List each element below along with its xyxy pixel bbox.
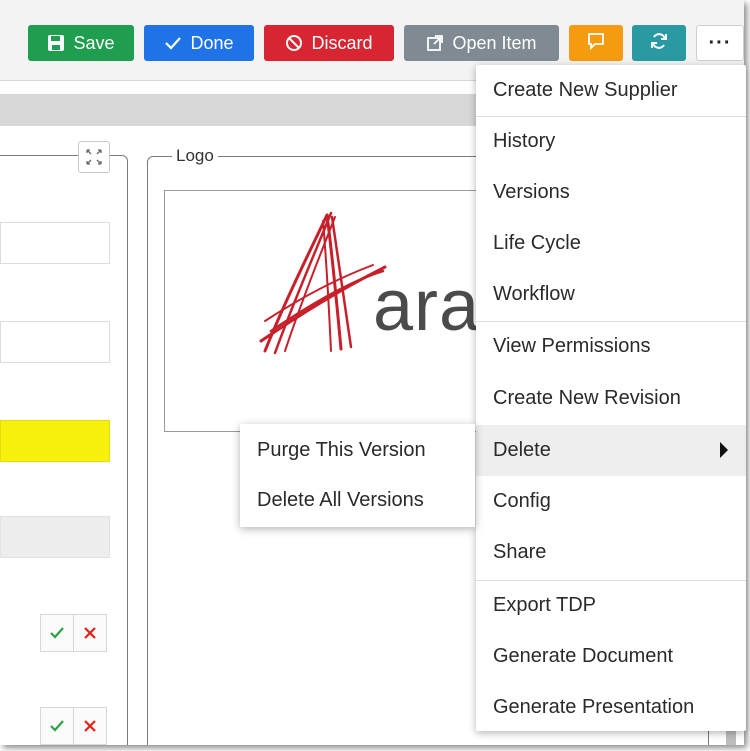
menu-item-generate-document[interactable]: Generate Document bbox=[476, 631, 746, 682]
logo-image[interactable]: ara bbox=[164, 190, 496, 432]
refresh-button[interactable] bbox=[632, 25, 686, 61]
open-item-label: Open Item bbox=[452, 32, 537, 53]
done-label: Done bbox=[190, 32, 234, 53]
confirm-button-1[interactable] bbox=[40, 614, 74, 652]
menu-item-export-tdp[interactable]: Export TDP bbox=[476, 580, 746, 631]
menu-item-delete-label: Delete bbox=[493, 439, 551, 461]
expand-button[interactable] bbox=[78, 141, 110, 173]
menu-item-workflow[interactable]: Workflow bbox=[476, 269, 746, 320]
menu-item-view-permissions[interactable]: View Permissions bbox=[476, 321, 746, 372]
comment-button[interactable] bbox=[569, 25, 623, 61]
check-icon bbox=[50, 627, 64, 639]
delete-submenu: Purge This Version Delete All Versions bbox=[240, 424, 475, 527]
form-field-required[interactable] bbox=[0, 420, 110, 462]
external-link-icon bbox=[426, 34, 444, 52]
refresh-icon bbox=[649, 31, 669, 56]
cancel-icon bbox=[285, 34, 303, 52]
save-button[interactable]: Save bbox=[28, 25, 134, 61]
save-label: Save bbox=[73, 32, 115, 53]
chevron-right-icon bbox=[720, 442, 728, 458]
reject-button-1[interactable] bbox=[73, 614, 107, 652]
form-field-readonly bbox=[0, 516, 110, 558]
menu-item-life-cycle[interactable]: Life Cycle bbox=[476, 218, 746, 269]
menu-item-create-new-revision[interactable]: Create New Revision bbox=[476, 373, 746, 424]
submenu-item-purge-this-version[interactable]: Purge This Version bbox=[240, 425, 475, 476]
more-actions-menu: Create New Supplier History Versions Lif… bbox=[476, 65, 746, 731]
close-icon bbox=[84, 720, 96, 732]
check-icon bbox=[164, 34, 182, 52]
more-icon: ··· bbox=[708, 31, 732, 54]
confirm-button-2[interactable] bbox=[40, 707, 74, 745]
more-actions-button[interactable]: ··· bbox=[696, 25, 744, 61]
save-icon bbox=[47, 34, 65, 52]
menu-item-generate-presentation[interactable]: Generate Presentation bbox=[476, 682, 746, 733]
menu-item-create-new-supplier[interactable]: Create New Supplier bbox=[476, 65, 746, 116]
logo-wordmark: ara bbox=[373, 266, 481, 346]
reject-button-2[interactable] bbox=[73, 707, 107, 745]
menu-item-versions[interactable]: Versions bbox=[476, 167, 746, 218]
comment-icon bbox=[586, 31, 606, 56]
form-field-2[interactable] bbox=[0, 321, 110, 363]
discard-label: Discard bbox=[311, 32, 373, 53]
menu-item-delete[interactable]: Delete bbox=[476, 425, 746, 476]
submenu-item-delete-all-versions[interactable]: Delete All Versions bbox=[240, 475, 475, 526]
discard-button[interactable]: Discard bbox=[264, 25, 394, 61]
menu-item-history[interactable]: History bbox=[476, 116, 746, 167]
logo-legend: Logo bbox=[172, 146, 218, 166]
close-icon bbox=[84, 627, 96, 639]
expand-icon bbox=[86, 149, 102, 165]
menu-item-config[interactable]: Config bbox=[476, 476, 746, 527]
menu-item-share[interactable]: Share bbox=[476, 527, 746, 578]
form-field-1[interactable] bbox=[0, 222, 110, 264]
done-button[interactable]: Done bbox=[144, 25, 254, 61]
open-item-button[interactable]: Open Item bbox=[404, 25, 559, 61]
check-icon bbox=[50, 720, 64, 732]
